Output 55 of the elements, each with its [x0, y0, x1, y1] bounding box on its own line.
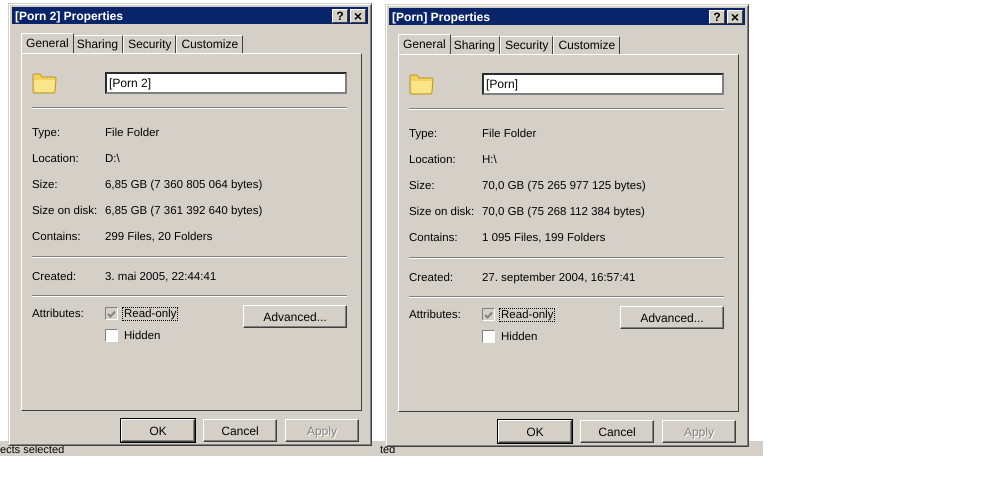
advanced-button[interactable]: Advanced...: [243, 305, 347, 328]
property-value: D:\: [105, 153, 120, 165]
property-label: Size on disk:: [32, 205, 98, 217]
name-field[interactable]: [Porn 2]: [105, 72, 347, 94]
check-icon: [484, 310, 493, 318]
dialog-button[interactable]: Cancel: [580, 420, 654, 443]
property-value: 3. mai 2005, 22:44:41: [105, 271, 216, 283]
property-label: Size:: [409, 180, 436, 192]
tab[interactable]: General: [21, 33, 74, 53]
tab[interactable]: Customize: [176, 35, 244, 53]
tab[interactable]: Sharing: [72, 35, 124, 53]
property-label: Created:: [409, 272, 454, 284]
property-value: 70,0 GB (75 265 977 125 bytes): [482, 180, 646, 192]
tab[interactable]: General: [398, 34, 451, 54]
dialog-button[interactable]: OK: [121, 419, 195, 442]
advanced-button[interactable]: Advanced...: [620, 306, 724, 329]
property-label: Size:: [32, 179, 59, 191]
property-label: Size on disk:: [409, 206, 476, 218]
tab[interactable]: Sharing: [448, 36, 500, 54]
property-label: Location:: [32, 153, 80, 165]
property-label: Location:: [409, 154, 457, 166]
property-label: Created:: [32, 271, 78, 283]
property-label: Type:: [32, 127, 62, 139]
name-field[interactable]: [Porn]: [482, 73, 724, 95]
checkbox[interactable]: [105, 329, 118, 342]
check-icon: [107, 310, 116, 318]
property-value: H:\: [482, 154, 497, 166]
property-label: Attributes:: [409, 308, 462, 323]
close-button[interactable]: ×: [350, 8, 366, 22]
help-button[interactable]: ?: [332, 8, 348, 22]
help-button[interactable]: ?: [709, 10, 725, 24]
checkbox-label[interactable]: Hidden: [123, 330, 162, 342]
property-label: Type:: [409, 128, 438, 140]
property-value: File Folder: [105, 127, 160, 139]
window-title: [Porn] Properties: [392, 10, 492, 24]
property-value: 70,0 GB (75 268 112 384 bytes): [482, 206, 645, 218]
property-label: Contains:: [409, 232, 459, 244]
close-button[interactable]: ×: [727, 10, 743, 24]
property-label: Contains:: [32, 231, 82, 243]
property-label: Attributes:: [32, 307, 85, 322]
property-value: 27. september 2004, 16:57:41: [482, 272, 636, 284]
property-value: 6,85 GB (7 361 392 640 bytes): [105, 205, 262, 217]
dialog-button[interactable]: Cancel: [203, 419, 277, 442]
dialog-button[interactable]: OK: [498, 420, 572, 443]
property-value: File Folder: [482, 128, 536, 140]
tab[interactable]: Security: [500, 36, 554, 54]
property-value: 1 095 Files, 199 Folders: [482, 232, 606, 244]
window-title: [Porn 2] Properties: [15, 8, 124, 22]
tab[interactable]: Security: [123, 35, 176, 53]
checkbox[interactable]: [482, 330, 495, 343]
tab[interactable]: Customize: [553, 36, 620, 54]
checkbox-label[interactable]: Hidden: [500, 330, 538, 342]
property-value: 6,85 GB (7 360 805 064 bytes): [105, 179, 262, 191]
status-text: ects selected: [0, 445, 64, 456]
property-value: 299 Files, 20 Folders: [105, 231, 212, 243]
